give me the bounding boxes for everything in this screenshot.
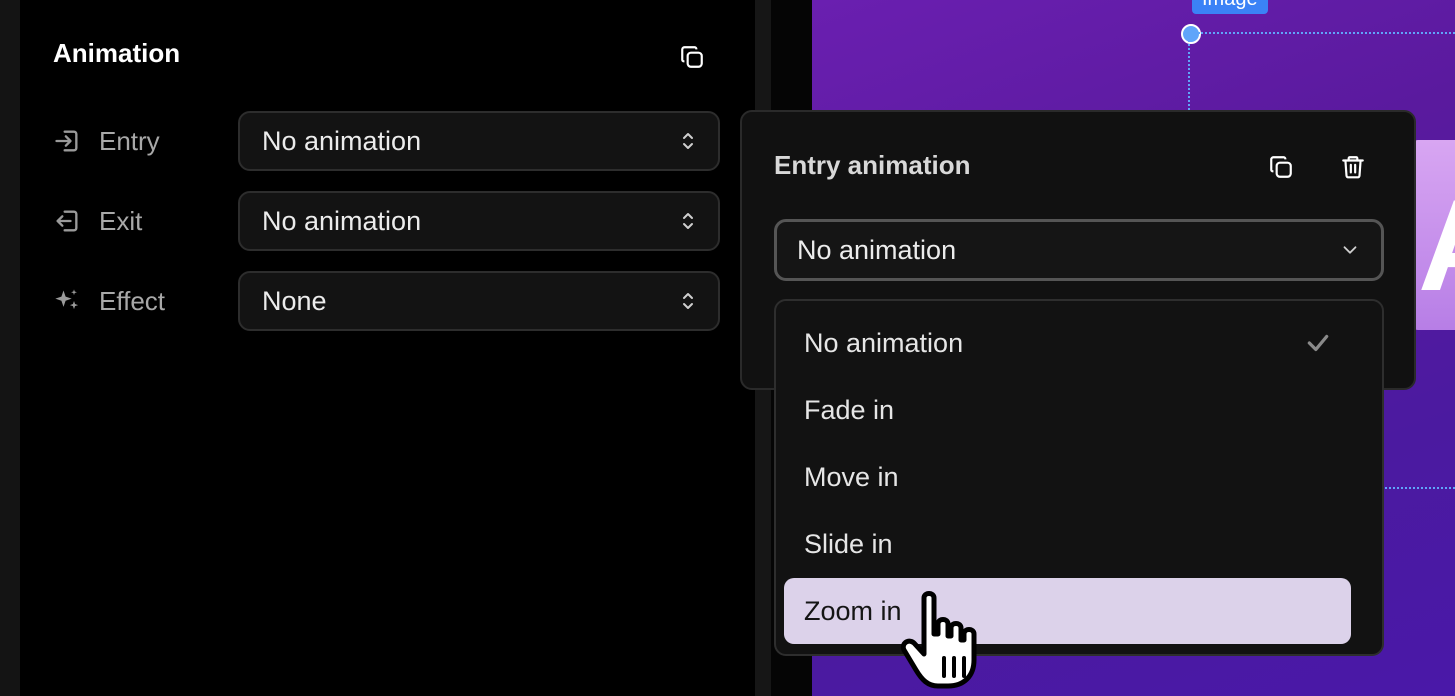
effect-row-label: Effect: [53, 281, 165, 321]
panel-title: Animation: [53, 38, 181, 68]
checkmark-icon: [1307, 334, 1329, 352]
chevron-updown-icon: [683, 213, 693, 229]
option-zoom-in[interactable]: Zoom in: [784, 578, 1351, 644]
selection-handle[interactable]: [1181, 24, 1201, 44]
guide-line: [1382, 487, 1455, 489]
entry-icon: [55, 130, 78, 152]
effect-select-value: None: [262, 285, 327, 316]
exit-label: Exit: [99, 205, 143, 236]
option-fade-in[interactable]: Fade in: [784, 377, 1351, 443]
chevron-updown-icon: [683, 293, 693, 309]
copy-icon[interactable]: [1266, 152, 1296, 182]
effect-select[interactable]: None: [238, 271, 720, 331]
option-slide-in[interactable]: Slide in: [784, 511, 1351, 577]
guide-line: [1198, 32, 1455, 34]
guide-line: [1188, 40, 1190, 110]
popover-title: Entry animation: [774, 150, 971, 180]
option-move-in[interactable]: Move in: [784, 444, 1351, 510]
chevron-down-icon: [1343, 246, 1357, 254]
hand-cursor-icon: [900, 591, 977, 689]
entry-label: Entry: [99, 125, 160, 156]
exit-select[interactable]: No animation: [238, 191, 720, 251]
entry-row-label: Entry: [53, 121, 160, 161]
option-label: Slide in: [804, 528, 893, 559]
option-label: No animation: [804, 327, 964, 358]
effect-label: Effect: [99, 285, 166, 316]
entry-animation-select[interactable]: No animation: [774, 219, 1384, 281]
chevron-updown-icon: [683, 133, 693, 149]
exit-row-label: Exit: [53, 201, 142, 241]
exit-select-value: No animation: [262, 205, 422, 236]
entry-animation-select-value: No animation: [797, 234, 957, 265]
option-label: Zoom in: [804, 595, 902, 626]
image-letter: A: [1418, 180, 1455, 310]
left-edge-strip: [0, 0, 20, 696]
copy-icon[interactable]: [677, 42, 707, 72]
option-label: Fade in: [804, 394, 895, 425]
entry-select-value: No animation: [262, 125, 422, 156]
option-label: Move in: [804, 461, 899, 492]
trash-icon[interactable]: [1338, 152, 1368, 182]
option-no-animation[interactable]: No animation: [784, 310, 1351, 376]
exit-icon: [56, 210, 78, 232]
animation-panel: [20, 0, 755, 696]
sparkle-icon: [55, 289, 79, 310]
element-type-label: Image: [1192, 0, 1268, 14]
entry-select[interactable]: No animation: [238, 111, 720, 171]
